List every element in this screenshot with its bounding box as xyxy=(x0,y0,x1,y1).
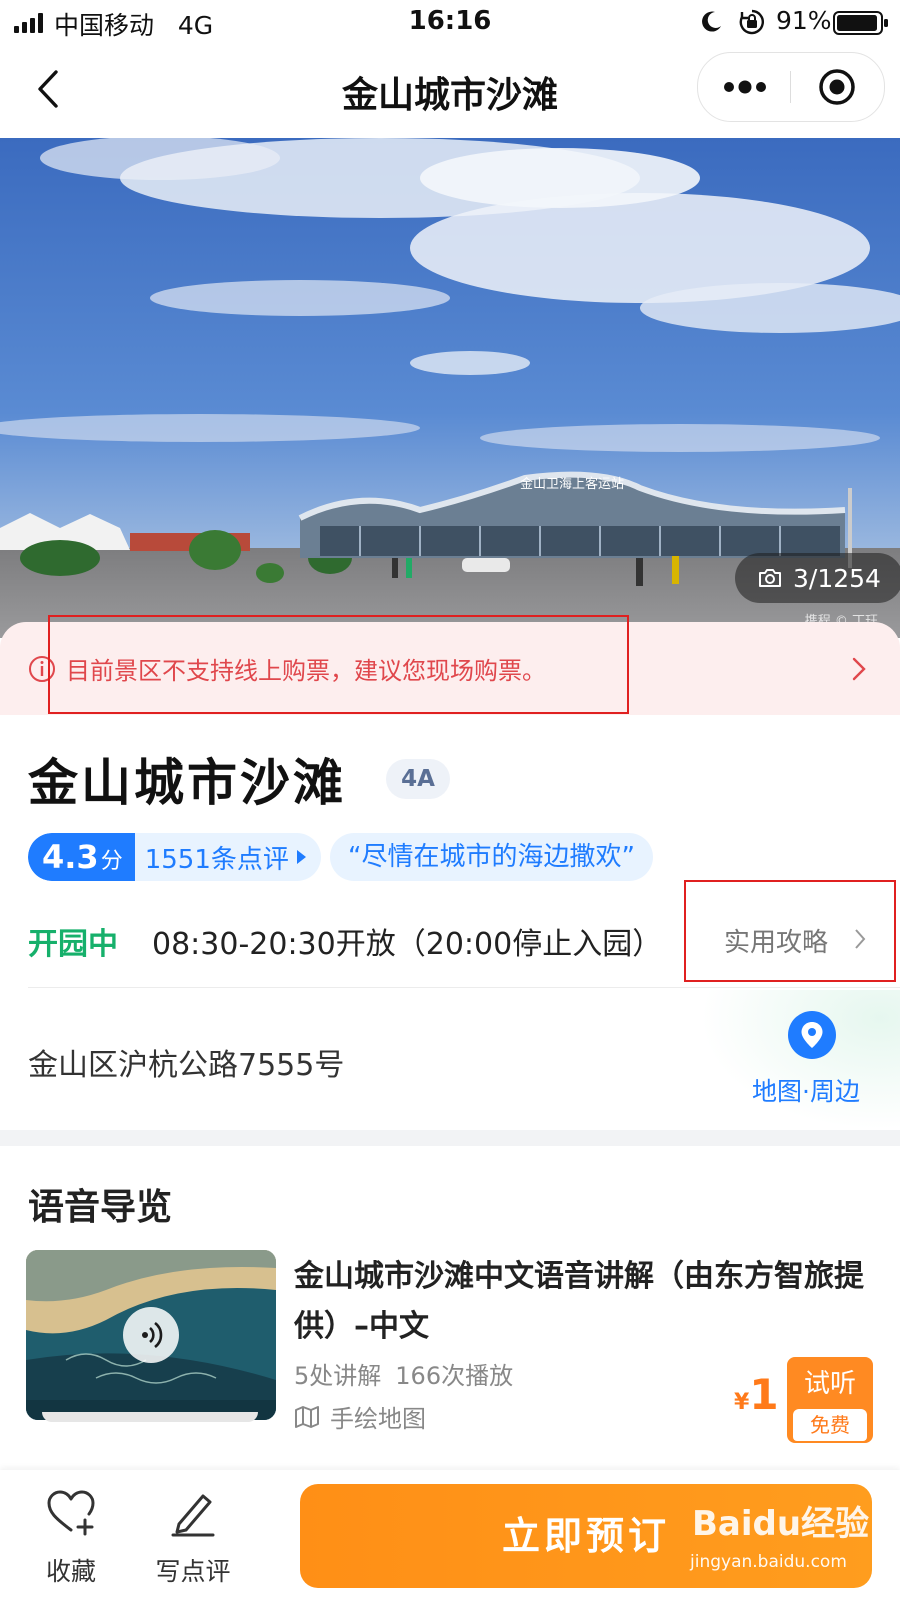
hero-photo[interactable]: 金山卫海上客运站 3/1254 携程 © 丁玨 xyxy=(0,138,900,638)
sound-wave-icon xyxy=(142,1321,163,1349)
open-hours: 08:30-20:30开放（20:00停止入园） xyxy=(152,927,663,962)
thumbnail-stack xyxy=(42,1412,258,1422)
free-label: 免费 xyxy=(793,1409,867,1441)
map-nearby-link[interactable]: 地图·周边 xyxy=(752,1072,860,1108)
audio-stats: 5处讲解 166次播放 xyxy=(294,1356,513,1391)
slogan-tag[interactable]: “尽情在城市的海边撒欢” xyxy=(330,833,653,881)
score-value: 4.3 xyxy=(42,838,99,876)
divider xyxy=(28,987,900,988)
rotation-lock-icon xyxy=(739,9,764,35)
score-badge: 4.3 分 xyxy=(28,833,135,881)
section-separator xyxy=(0,1130,900,1146)
favorite-button[interactable]: 收藏 xyxy=(26,1488,116,1588)
photo-counter[interactable]: 3/1254 xyxy=(735,553,900,603)
audio-play-count: 166次播放 xyxy=(395,1362,514,1390)
hand-drawn-map[interactable]: 手绘地图 xyxy=(294,1399,426,1434)
score-unit: 分 xyxy=(100,849,123,874)
baidu-watermark-url: jingyan.baidu.com xyxy=(690,1552,847,1572)
rating-pill[interactable]: 4.3 分 1551条点评 xyxy=(28,833,321,881)
audio-section-title: 语音导览 xyxy=(28,1187,173,1228)
address[interactable]: 金山区沪杭公路7555号 xyxy=(28,1040,344,1084)
bottom-action-bar: 收藏 写点评 立即预订 Baidu经验 jingyan.baidu.com xyxy=(0,1470,900,1600)
heart-plus-icon xyxy=(47,1490,95,1536)
book-now-label: 立即预订 xyxy=(501,1514,670,1558)
annotation-box-guide xyxy=(684,880,896,982)
listen-label: 试听 xyxy=(803,1369,856,1399)
baidu-watermark: Baidu经验 xyxy=(692,1504,870,1544)
camera-icon xyxy=(759,569,781,587)
hand-map-label: 手绘地图 xyxy=(330,1405,426,1433)
mini-program-capsule xyxy=(697,52,885,122)
nav-bar: 金山城市沙滩 xyxy=(0,44,900,138)
target-circle-icon[interactable] xyxy=(817,67,857,107)
favorite-label: 收藏 xyxy=(45,1557,96,1586)
capsule-divider xyxy=(790,71,791,103)
audio-play-button[interactable] xyxy=(123,1307,179,1363)
battery-icon xyxy=(833,11,888,35)
price-value: 1 xyxy=(749,1370,779,1419)
level-badge: 4A xyxy=(386,759,450,799)
map-pin-icon[interactable] xyxy=(788,1011,836,1059)
audio-point-count: 5处讲解 xyxy=(294,1362,382,1390)
moon-icon xyxy=(702,11,721,32)
price-symbol: ¥ xyxy=(734,1390,750,1415)
write-review-button[interactable]: 写点评 xyxy=(148,1488,238,1588)
trial-listen-button[interactable]: 试听 免费 xyxy=(787,1357,873,1443)
spot-name: 金山城市沙滩 xyxy=(28,754,346,812)
building-sign: 金山卫海上客运站 xyxy=(520,476,624,492)
open-status: 开园中 xyxy=(28,927,118,962)
annotation-box-notice xyxy=(48,615,629,714)
more-dots-icon[interactable] xyxy=(722,75,768,99)
map-book-icon xyxy=(295,1405,319,1428)
photo-counter-text: 3/1254 xyxy=(793,563,881,593)
audio-price: ¥1 xyxy=(734,1370,779,1419)
audio-thumbnail[interactable] xyxy=(26,1250,276,1420)
chevron-right-icon xyxy=(852,657,866,681)
caret-right-icon xyxy=(296,850,306,864)
review-count: 1551条点评 xyxy=(144,844,289,875)
pencil-icon xyxy=(171,1494,215,1537)
status-bar: 中国移动 4G 16:16 91% xyxy=(0,0,900,44)
audio-title[interactable]: 金山城市沙滩中文语音讲解（由东方智旅提供）–中文 xyxy=(294,1252,872,1352)
battery-percent: 91% xyxy=(776,6,832,35)
write-review-label: 写点评 xyxy=(155,1557,231,1586)
